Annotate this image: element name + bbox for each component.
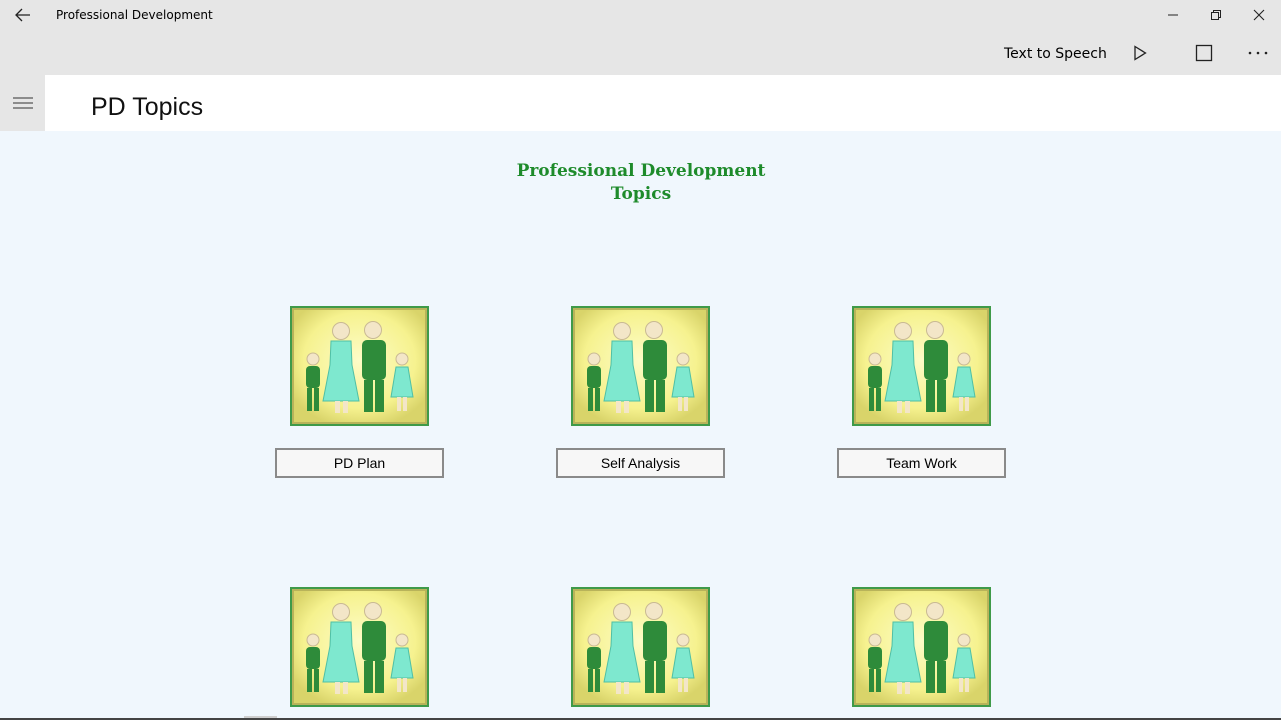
stop-icon xyxy=(1195,44,1213,62)
family-icon xyxy=(851,586,992,708)
close-button[interactable] xyxy=(1236,0,1281,30)
team-work-button[interactable]: Team Work xyxy=(837,448,1006,478)
family-icon xyxy=(570,586,711,708)
heading-line-2: Topics xyxy=(610,184,672,204)
more-button[interactable] xyxy=(1238,37,1278,69)
pd-plan-button[interactable]: PD Plan xyxy=(275,448,444,478)
topic-tile-5[interactable] xyxy=(570,586,711,708)
page-title: PD Topics xyxy=(91,93,204,121)
topic-tile-4[interactable] xyxy=(289,586,430,708)
play-button[interactable] xyxy=(1120,37,1160,69)
stop-button[interactable] xyxy=(1184,37,1224,69)
back-button[interactable] xyxy=(0,0,45,30)
play-icon xyxy=(1134,45,1147,61)
heading-line-1: Professional Development xyxy=(516,161,766,181)
family-icon xyxy=(289,305,430,427)
hamburger-button[interactable] xyxy=(0,75,45,131)
more-icon xyxy=(1248,51,1268,55)
command-bar: Text to Speech xyxy=(0,30,1281,75)
minimize-icon xyxy=(1168,14,1178,16)
page-header: PD Topics xyxy=(45,75,1281,131)
restore-button[interactable] xyxy=(1193,0,1239,30)
topics-heading: Professional Development Topics xyxy=(440,160,842,206)
family-icon xyxy=(289,586,430,708)
window-title: Professional Development xyxy=(56,8,213,22)
back-arrow-icon xyxy=(14,8,30,22)
self-analysis-button[interactable]: Self Analysis xyxy=(556,448,725,478)
family-icon xyxy=(570,305,711,427)
team-work-tile[interactable] xyxy=(851,305,992,427)
text-to-speech-label: Text to Speech xyxy=(1004,46,1107,62)
topic-tile-6[interactable] xyxy=(851,586,992,708)
family-icon xyxy=(851,305,992,427)
restore-icon xyxy=(1211,10,1221,20)
pd-plan-tile[interactable] xyxy=(289,305,430,427)
self-analysis-tile[interactable] xyxy=(570,305,711,427)
hamburger-icon xyxy=(12,97,33,109)
minimize-button[interactable] xyxy=(1150,0,1196,30)
title-bar: Professional Development xyxy=(0,0,1281,30)
close-icon xyxy=(1253,9,1265,21)
